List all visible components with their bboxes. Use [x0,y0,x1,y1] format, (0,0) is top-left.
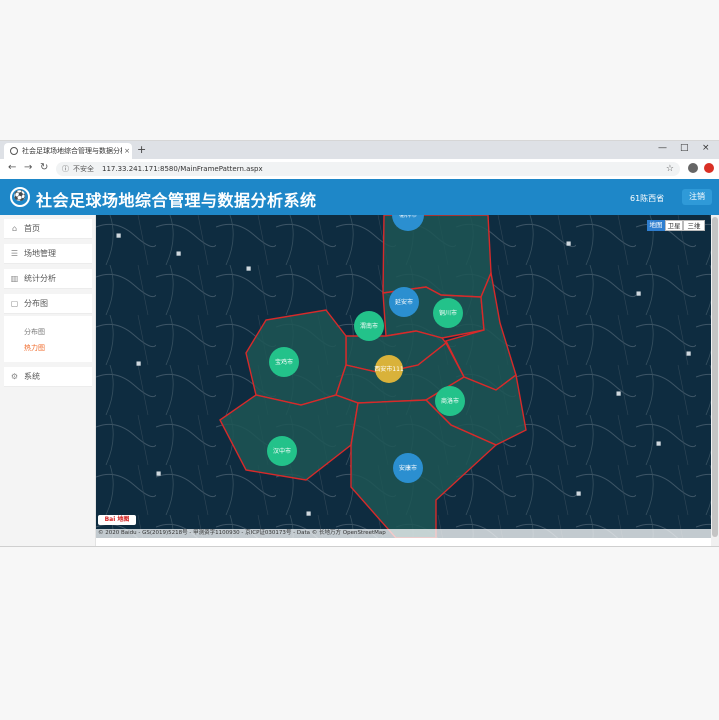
back-icon[interactable]: ← [8,162,16,173]
cluster-label: 铜川市 [439,309,457,317]
city-label: ■ [136,361,141,367]
tab-bar: 社会足球场地综合管理与数据分析系统 × + — □ × [0,141,719,159]
cluster-label: 榆林市 [399,215,417,219]
home-icon: ⌂ [11,224,18,233]
city-label: ■ [686,351,691,357]
cluster-label: 延安市 [395,298,413,306]
baidu-logo: Bai 地图 [98,515,136,525]
bookmark-star-icon[interactable]: ☆ [666,164,674,174]
sidebar-item-label: 统计分析 [24,274,56,283]
map-type-3d[interactable]: 三维 [683,220,705,231]
forward-icon[interactable]: → [24,162,32,173]
sidebar-item-label: 场地管理 [24,249,56,258]
city-label: ■ [566,241,571,247]
minimize-icon[interactable]: — [658,143,667,153]
city-label: ■ [576,491,581,497]
map-copyright: © 2020 Baidu - GS(2019)5218号 - 甲测资字11009… [96,529,715,538]
list-icon: ☰ [10,249,19,258]
reload-icon[interactable]: ↻ [40,162,48,173]
city-label: ■ [156,471,161,477]
security-label: 不安全 [73,165,94,173]
cluster-marker[interactable]: 铜川市 [433,298,463,328]
logout-button[interactable]: 注销 [682,189,712,205]
browser-window: 社会足球场地综合管理与数据分析系统 × + — □ × ← → ↻ ⓘ 不安全 … [0,140,719,547]
sidebar-item-venue-management[interactable]: ☰ 场地管理 [4,244,92,264]
tab-close-icon[interactable]: × [122,147,132,155]
map-icon: ▢ [10,299,19,308]
page-scrollbar[interactable] [711,215,719,546]
cluster-label: 宝鸡市 [275,358,293,366]
map-canvas[interactable]: ■ ■ ■ ■ ■ ■ ■ ■ ■ ■ ■ ■ 榆林市延安市铜川市渭南市宝鸡市西… [96,215,715,538]
sidebar-item-label: 首页 [24,224,40,233]
extension-icon[interactable] [704,163,714,173]
url-text[interactable]: 117.33.241.171:8580/MainFramePattern.asp… [102,165,263,173]
map-view[interactable]: ■ ■ ■ ■ ■ ■ ■ ■ ■ ■ ■ ■ 榆林市延安市铜川市渭南市宝鸡市西… [96,215,715,538]
close-window-icon[interactable]: × [702,143,710,153]
favicon-icon [10,147,18,155]
cluster-label: 商洛市 [441,397,459,405]
cluster-marker[interactable]: 宝鸡市 [269,347,299,377]
new-tab-icon[interactable]: + [137,143,146,156]
city-label: ■ [636,291,641,297]
browser-tab[interactable]: 社会足球场地综合管理与数据分析系统 × [4,143,132,159]
city-label: ■ [246,266,251,272]
map-type-satellite[interactable]: 卫星 [665,220,683,231]
bar-chart-icon: ▥ [10,274,19,283]
sidebar-item-label: 系统 [24,372,40,381]
cluster-label: 西安市111 [374,365,404,373]
map-type-normal[interactable]: 地图 [647,220,665,231]
sidebar-item-home[interactable]: ⌂ 首页 [4,219,92,239]
city-label: ■ [656,441,661,447]
submenu-item-distribution[interactable]: 分布图 [24,327,45,337]
sidebar-item-system[interactable]: ⚙ 系统 [4,367,92,387]
submenu-item-heatmap[interactable]: 热力图 [24,343,45,353]
city-label: ■ [306,511,311,517]
cluster-marker[interactable]: 汉中市 [267,436,297,466]
app-title: 社会足球场地综合管理与数据分析系统 [36,191,317,210]
gear-icon: ⚙ [10,372,19,381]
sidebar: ⌂ 首页 ☰ 场地管理 ▥ 统计分析 ▢ 分布图 分布图 热力图 ⚙ 系统 [0,215,96,546]
cluster-label: 汉中市 [273,447,291,455]
city-label: ■ [116,233,121,239]
maximize-icon[interactable]: □ [680,143,689,153]
cluster-marker[interactable]: 渭南市 [354,311,384,341]
info-icon[interactable]: ⓘ [62,164,69,174]
sidebar-item-label: 分布图 [24,299,48,308]
cluster-label: 安康市 [399,464,417,472]
scrollbar-thumb[interactable] [712,217,718,537]
browser-toolbar: ← → ↻ ⓘ 不安全 117.33.241.171:8580/MainFram… [0,159,719,180]
sidebar-item-statistics[interactable]: ▥ 统计分析 [4,269,92,289]
profile-icon[interactable] [688,163,698,173]
sidebar-item-distribution-map[interactable]: ▢ 分布图 [4,294,92,314]
football-logo-icon: ⚽ [10,187,30,207]
app-header: ⚽ 社会足球场地综合管理与数据分析系统 61陈西省 注销 [0,179,719,215]
address-bar[interactable]: ⓘ 不安全 117.33.241.171:8580/MainFramePatte… [56,162,680,176]
city-label: ■ [616,391,621,397]
cluster-marker[interactable]: 安康市 [393,453,423,483]
distribution-submenu: 分布图 热力图 [4,316,92,362]
city-label: ■ [176,251,181,257]
cluster-marker[interactable]: 延安市 [389,287,419,317]
tab-title: 社会足球场地综合管理与数据分析系统 [22,147,122,155]
cluster-label: 渭南市 [360,322,378,330]
user-name: 61陈西省 [630,194,665,203]
cluster-marker[interactable]: 商洛市 [435,386,465,416]
